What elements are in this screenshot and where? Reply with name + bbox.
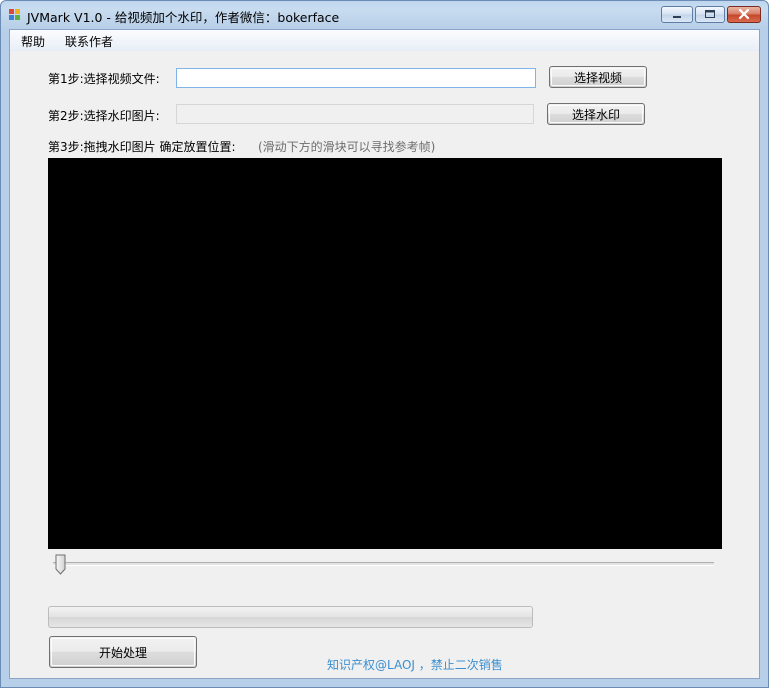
select-video-button[interactable]: 选择视频 <box>549 66 647 88</box>
select-video-button-label: 选择视频 <box>551 68 645 86</box>
step3-hint: (滑动下方的滑块可以寻找参考帧) <box>258 140 436 154</box>
title-bar[interactable]: JVMark V1.0 - 给视频加个水印，作者微信：bokerface <box>1 1 768 29</box>
close-icon <box>738 8 750 20</box>
frame-slider-thumb[interactable] <box>55 554 66 575</box>
menu-bar: 帮助 联系作者 <box>10 30 759 51</box>
start-processing-button[interactable]: 开始处理 <box>49 636 197 668</box>
menu-contact-author[interactable]: 联系作者 <box>65 33 113 50</box>
close-button[interactable] <box>727 6 761 23</box>
window-title: JVMark V1.0 - 给视频加个水印，作者微信：bokerface <box>27 10 340 25</box>
step2-label: 第2步:选择水印图片: <box>48 109 160 123</box>
app-icon <box>9 9 21 21</box>
video-file-input[interactable] <box>176 68 536 88</box>
step1-label: 第1步:选择视频文件: <box>48 72 160 86</box>
minimize-icon <box>673 16 681 18</box>
watermark-file-input[interactable] <box>176 104 534 124</box>
minimize-button[interactable] <box>661 6 693 23</box>
processing-progress-bar <box>48 606 533 628</box>
select-watermark-button[interactable]: 选择水印 <box>547 103 645 125</box>
app-window: JVMark V1.0 - 给视频加个水印，作者微信：bokerface 帮助 … <box>0 0 769 688</box>
select-watermark-button-label: 选择水印 <box>549 105 643 123</box>
copyright-notice: 知识产权@LAOJ ，禁止二次销售 <box>327 658 503 672</box>
menu-help[interactable]: 帮助 <box>21 33 45 50</box>
step3-label: 第3步:拖拽水印图片 确定放置位置: <box>48 140 236 154</box>
maximize-icon <box>705 10 715 18</box>
video-preview-canvas[interactable] <box>48 158 722 549</box>
client-area: 帮助 联系作者 第1步:选择视频文件: 选择视频 第2步:选择水印图片: 选择水… <box>9 29 760 679</box>
maximize-button[interactable] <box>695 6 725 23</box>
frame-slider-track[interactable] <box>53 562 714 566</box>
start-processing-button-label: 开始处理 <box>51 638 195 666</box>
